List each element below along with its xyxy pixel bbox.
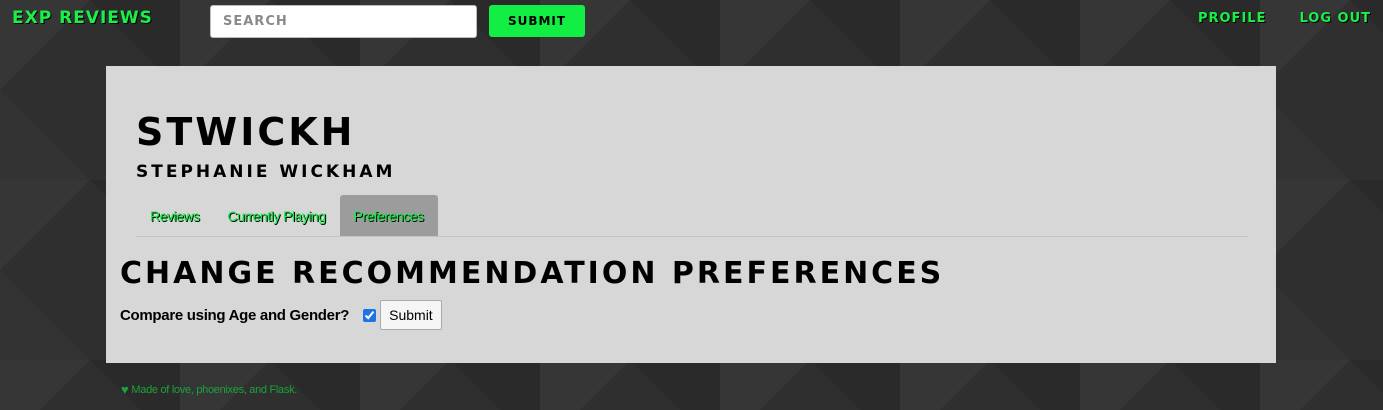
tab-reviews[interactable]: Reviews: [136, 195, 213, 236]
brand-logo-link[interactable]: EXP REVIEWS: [12, 8, 153, 28]
heart-icon: ♥: [121, 382, 129, 397]
profile-full-name: STEPHANIE WICKHAM: [136, 162, 396, 182]
preferences-form: Compare using Age and Gender? Submit: [120, 300, 442, 330]
nav-right: PROFILE LOG OUT: [1198, 11, 1371, 26]
profile-username: STWICKH: [136, 110, 356, 154]
search-submit-button[interactable]: SUBMIT: [489, 5, 585, 37]
nav-profile-link[interactable]: PROFILE: [1198, 11, 1266, 26]
profile-panel: STWICKH STEPHANIE WICKHAM Reviews Curren…: [106, 66, 1276, 363]
preferences-heading: CHANGE RECOMMENDATION PREFERENCES: [120, 256, 945, 291]
compare-age-gender-checkbox[interactable]: [363, 308, 377, 322]
preferences-submit-button[interactable]: Submit: [380, 300, 442, 330]
search-input[interactable]: [210, 5, 477, 38]
nav-logout-link[interactable]: LOG OUT: [1299, 11, 1371, 26]
top-navbar: EXP REVIEWS SUBMIT PROFILE LOG OUT: [0, 0, 1383, 42]
tab-currently-playing[interactable]: Currently Playing: [213, 195, 339, 236]
profile-tabs: Reviews Currently Playing Preferences: [136, 195, 1248, 237]
compare-age-gender-label: Compare using Age and Gender?: [120, 306, 350, 324]
tab-preferences[interactable]: Preferences: [339, 195, 438, 236]
footer-text: Made of love, phoenixes, and Flask.: [131, 383, 298, 396]
page-footer: ♥ Made of love, phoenixes, and Flask.: [121, 382, 297, 397]
